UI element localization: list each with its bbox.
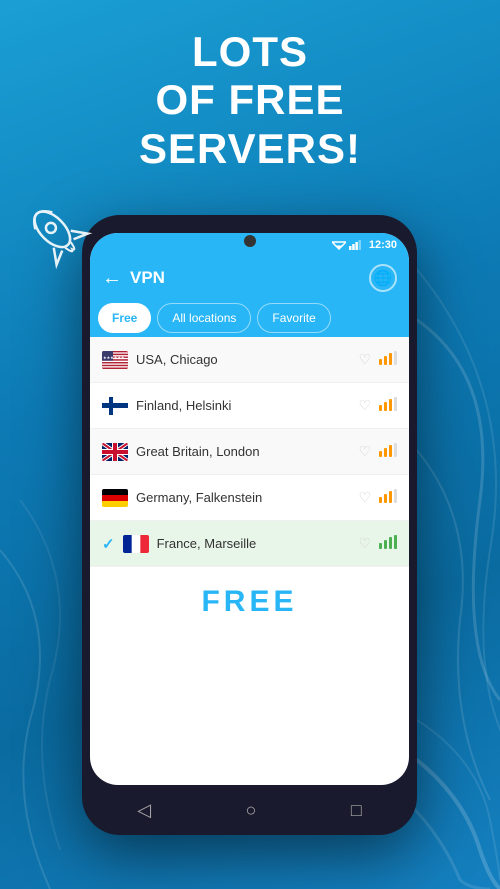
flag-finland — [102, 397, 128, 415]
back-button[interactable]: ← — [102, 267, 122, 290]
tab-favorite[interactable]: Favorite — [257, 303, 330, 333]
tab-bar: Free All locations Favorite — [90, 299, 409, 337]
signal-usa — [379, 351, 397, 368]
signal-france — [379, 535, 397, 552]
server-name-usa: USA, Chicago — [136, 352, 350, 367]
server-item-finland[interactable]: Finland, Helsinki ♡ — [90, 383, 409, 429]
globe-button[interactable]: 🌐 — [369, 264, 397, 292]
tab-all-locations[interactable]: All locations — [157, 303, 251, 333]
headline-line2: of free — [155, 76, 344, 123]
server-name-gb: Great Britain, London — [136, 444, 350, 459]
camera-notch — [244, 235, 256, 247]
server-item-gb[interactable]: Great Britain, London ♡ — [90, 429, 409, 475]
favorite-germany[interactable]: ♡ — [358, 489, 371, 506]
server-name-germany: Germany, Falkenstein — [136, 490, 350, 505]
phone-screen: 12:30 ← VPN 🌐 Free All locations Favorit… — [90, 233, 409, 785]
selected-checkmark: ✓ — [102, 535, 115, 553]
status-icons — [332, 240, 361, 250]
tab-free[interactable]: Free — [98, 303, 151, 333]
server-name-finland: Finland, Helsinki — [136, 398, 350, 413]
server-item-usa[interactable]: ★★★★★★ USA, Chicago ♡ — [90, 337, 409, 383]
server-list: ★★★★★★ USA, Chicago ♡ — [90, 337, 409, 637]
phone-device: 12:30 ← VPN 🌐 Free All locations Favorit… — [82, 215, 417, 835]
rocket-icon — [18, 195, 98, 275]
headline-line1: Lots — [192, 28, 308, 75]
signal-gb — [379, 443, 397, 460]
recent-nav-button[interactable]: □ — [351, 800, 362, 821]
svg-text:★★★★★★: ★★★★★★ — [103, 355, 125, 360]
status-time: 12:30 — [369, 239, 397, 251]
back-nav-button[interactable]: ◁ — [137, 800, 151, 821]
favorite-finland[interactable]: ♡ — [358, 397, 371, 414]
phone-bottom-nav: ◁ ○ □ — [90, 785, 409, 835]
nav-title: VPN — [130, 268, 361, 288]
favorite-gb[interactable]: ♡ — [358, 443, 371, 460]
nav-bar: ← VPN 🌐 — [90, 257, 409, 299]
server-item-germany[interactable]: Germany, Falkenstein ♡ — [90, 475, 409, 521]
flag-usa: ★★★★★★ — [102, 351, 128, 369]
home-nav-button[interactable]: ○ — [246, 800, 257, 821]
server-item-france[interactable]: ✓ France, Marseille ♡ — [90, 521, 409, 567]
favorite-usa[interactable]: ♡ — [358, 351, 371, 368]
flag-uk — [102, 443, 128, 461]
headline-line3: servers! — [139, 125, 361, 172]
free-badge-area: FREE — [90, 567, 409, 637]
server-name-france: France, Marseille — [157, 536, 351, 551]
free-badge: FREE — [201, 585, 297, 619]
flag-germany — [102, 489, 128, 507]
signal-germany — [379, 489, 397, 506]
headline: Lots of free servers! — [0, 28, 500, 173]
flag-france — [123, 535, 149, 553]
favorite-france[interactable]: ♡ — [358, 535, 371, 552]
signal-finland — [379, 397, 397, 414]
